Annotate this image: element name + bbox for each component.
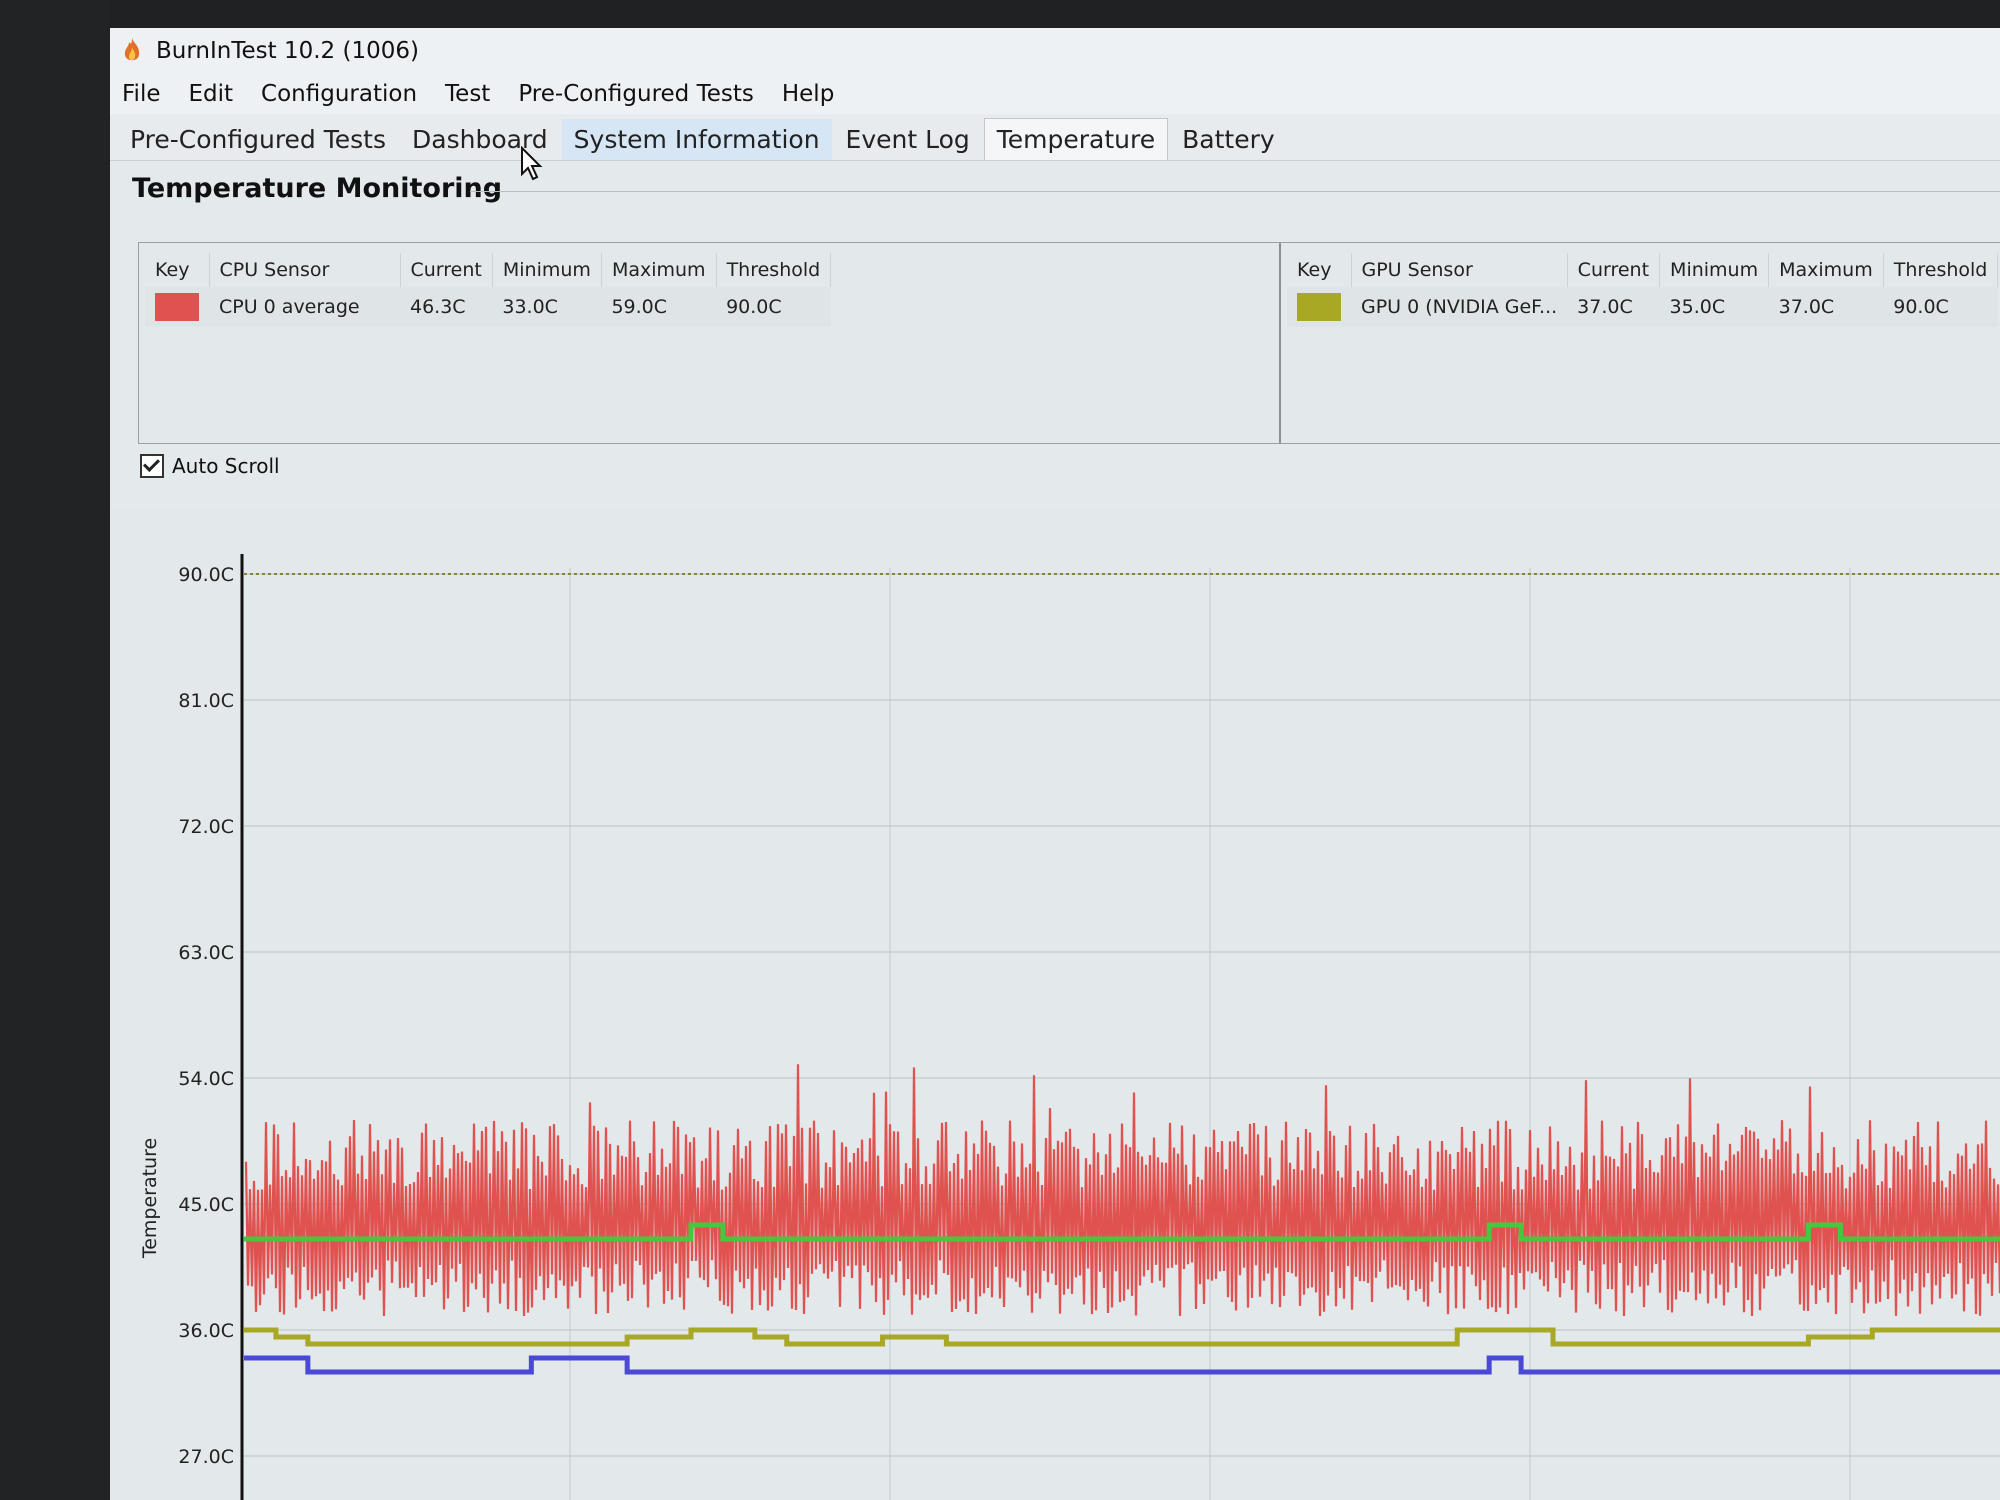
y-axis-label: Temperature (139, 1138, 161, 1259)
tab-pre-configured-tests[interactable]: Pre-Configured Tests (118, 119, 398, 160)
sensor-name-cell: CPU 0 average (209, 287, 400, 327)
y-tick-label: 36.0C (178, 1320, 234, 1342)
auto-scroll-checkbox[interactable] (140, 454, 164, 478)
cpu-sensor-table: Key CPU Sensor Current Minimum Maximum T… (145, 253, 832, 327)
y-tick-label: 72.0C (178, 816, 234, 838)
title-bar: BurnInTest 10.2 (1006) (110, 28, 2000, 74)
section-title: Temperature Monitoring (132, 173, 503, 204)
cpu-sensor-panel: Key CPU Sensor Current Minimum Maximum T… (139, 243, 1281, 443)
menu-pre-configured-tests[interactable]: Pre-Configured Tests (518, 81, 754, 107)
sensor-tables: Key CPU Sensor Current Minimum Maximum T… (138, 242, 2000, 444)
y-tick-label: 63.0C (178, 942, 234, 964)
flame-icon (124, 38, 140, 61)
threshold-cell: 90.0C (716, 287, 831, 327)
tab-temperature[interactable]: Temperature (983, 118, 1169, 160)
y-tick-label: 27.0C (178, 1446, 234, 1468)
y-tick-label: 81.0C (178, 690, 234, 712)
column-header[interactable]: Key (1287, 253, 1352, 287)
cpu-color-swatch (155, 293, 199, 321)
column-header[interactable]: CPU Sensor (209, 253, 401, 287)
column-header[interactable]: Minimum (492, 253, 602, 287)
table-row[interactable]: CPU 0 average 46.3C 33.0C 59.0C 90.0C (145, 287, 831, 327)
menu-configuration[interactable]: Configuration (261, 81, 417, 107)
current-cell: 37.0C (1567, 287, 1660, 327)
column-header[interactable]: Threshold (716, 253, 832, 287)
minimum-cell: 33.0C (492, 287, 602, 327)
section-divider (470, 191, 2000, 192)
mouse-cursor-icon (521, 146, 543, 181)
menu-edit[interactable]: Edit (189, 81, 234, 107)
table-header-row: Key CPU Sensor Current Minimum Maximum T… (145, 253, 832, 287)
maximum-cell: 59.0C (601, 287, 717, 327)
section-header: Temperature Monitoring (110, 161, 2000, 209)
column-header[interactable]: GPU Sensor (1351, 253, 1568, 287)
threshold-cell: 90.0C (1883, 287, 1998, 327)
menu-help[interactable]: Help (782, 81, 834, 107)
window-title: BurnInTest 10.2 (1006) (156, 38, 419, 64)
tab-event-log[interactable]: Event Log (834, 119, 982, 160)
gpu-color-swatch (1297, 293, 1341, 321)
temperature-chart: 90.0C 81.0C 72.0C 63.0C 54.0C 45.0C 36.0C 27.0C… (110, 508, 2000, 1500)
monitor-bezel-left (0, 0, 110, 1500)
menu-test[interactable]: Test (445, 81, 490, 107)
y-tick-label: 45.0C (178, 1194, 234, 1216)
minimum-cell: 35.0C (1659, 287, 1769, 327)
auto-scroll-label: Auto Scroll (172, 454, 280, 478)
auto-scroll-control[interactable]: Auto Scroll (140, 454, 280, 478)
key-cell (1287, 287, 1351, 327)
column-header[interactable]: Current (400, 253, 493, 287)
tab-bar: Pre-Configured Tests Dashboard System In… (110, 114, 2000, 161)
table-header-row: Key GPU Sensor Current Minimum Maximum T… (1287, 253, 1999, 287)
y-tick-label: 54.0C (178, 1068, 234, 1090)
monitor-bezel-top (0, 0, 2000, 28)
tab-battery[interactable]: Battery (1170, 119, 1287, 160)
maximum-cell: 37.0C (1768, 287, 1884, 327)
column-header[interactable]: Maximum (601, 253, 717, 287)
current-cell: 46.3C (400, 287, 493, 327)
menu-bar: File Edit Configuration Test Pre-Configu… (110, 74, 2000, 114)
column-header[interactable]: Key (145, 253, 210, 287)
table-row[interactable]: GPU 0 (NVIDIA GeF... 37.0C 35.0C 37.0C 9… (1287, 287, 1998, 327)
column-header[interactable]: Current (1567, 253, 1661, 287)
chart-background (110, 508, 2000, 1500)
gpu-sensor-table: Key GPU Sensor Current Minimum Maximum T… (1287, 253, 1999, 327)
y-tick-label: 90.0C (178, 564, 234, 586)
column-header[interactable]: Maximum (1768, 253, 1884, 287)
column-header[interactable]: Threshold (1883, 253, 1999, 287)
key-cell (145, 287, 209, 327)
app-window: BurnInTest 10.2 (1006) File Edit Configu… (110, 28, 2000, 1500)
menu-file[interactable]: File (122, 81, 161, 107)
tab-system-information[interactable]: System Information (561, 119, 832, 160)
gpu-sensor-panel: Key GPU Sensor Current Minimum Maximum T… (1281, 243, 2000, 443)
sensor-name-cell: GPU 0 (NVIDIA GeF... (1351, 287, 1568, 327)
column-header[interactable]: Minimum (1659, 253, 1770, 287)
